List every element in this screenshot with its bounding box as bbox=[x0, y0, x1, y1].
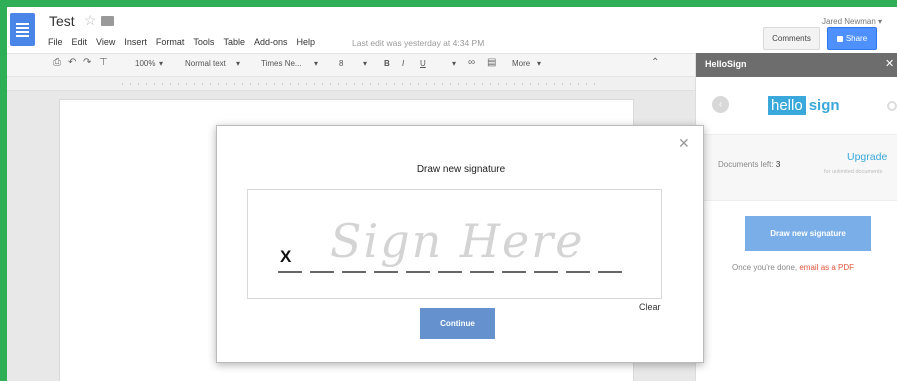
share-button[interactable]: Share bbox=[827, 27, 877, 50]
comment-icon[interactable]: ▤ bbox=[487, 57, 496, 68]
menu-help[interactable]: Help bbox=[296, 37, 315, 51]
signature-placeholder: Sign Here bbox=[330, 214, 585, 268]
signature-mark: X bbox=[280, 247, 292, 266]
draw-signature-dialog: ✕ Draw new signature Sign Here X Clear C… bbox=[216, 125, 704, 363]
docs-header: Test ☆ File Edit View Insert Format Tool… bbox=[7, 7, 897, 53]
chevron-down-icon: ▾ bbox=[159, 59, 164, 68]
clear-button[interactable]: Clear bbox=[639, 302, 661, 312]
logo-sign: sign bbox=[808, 97, 840, 114]
menu-tools[interactable]: Tools bbox=[193, 37, 214, 51]
menu-bar: File Edit View Insert Format Tools Table… bbox=[48, 37, 324, 51]
hint-prefix: Once you're done, bbox=[732, 263, 798, 272]
print-icon[interactable]: ⎙ bbox=[53, 57, 61, 68]
menu-addons[interactable]: Add-ons bbox=[254, 37, 288, 51]
more-button[interactable]: More bbox=[512, 59, 530, 68]
link-icon[interactable]: ∞ bbox=[468, 57, 475, 68]
documents-left: Documents left: 3 bbox=[718, 160, 780, 169]
signature-line bbox=[278, 271, 628, 273]
menu-edit[interactable]: Edit bbox=[72, 37, 88, 51]
logo-hello: hello bbox=[768, 96, 806, 115]
gear-icon[interactable] bbox=[887, 101, 897, 111]
collapse-toolbar-icon[interactable]: ⌃ bbox=[651, 57, 659, 68]
sidebar-hint: Once you're done, email as a PDF bbox=[732, 263, 854, 272]
ruler[interactable] bbox=[7, 77, 695, 91]
app-window: Test ☆ File Edit View Insert Format Tool… bbox=[7, 7, 897, 381]
menu-table[interactable]: Table bbox=[223, 37, 245, 51]
documents-left-value: 3 bbox=[775, 160, 781, 169]
star-icon[interactable]: ☆ bbox=[84, 12, 97, 29]
menu-insert[interactable]: Insert bbox=[124, 37, 147, 51]
user-account[interactable]: Jared Newman ▾ bbox=[822, 17, 882, 26]
chevron-down-icon: ▾ bbox=[878, 17, 883, 26]
bold-button[interactable]: B bbox=[384, 59, 390, 68]
redo-icon[interactable]: ↷ bbox=[83, 57, 91, 68]
document-title[interactable]: Test bbox=[49, 13, 75, 29]
zoom-select[interactable]: 100% bbox=[135, 59, 155, 68]
upgrade-link[interactable]: Upgrade bbox=[847, 151, 887, 163]
chevron-down-icon: ▾ bbox=[236, 59, 241, 68]
underline-button[interactable]: U bbox=[420, 59, 426, 68]
chevron-down-icon: ▾ bbox=[314, 59, 319, 68]
menu-format[interactable]: Format bbox=[156, 37, 185, 51]
upgrade-subtext: for unlimited documents bbox=[824, 169, 883, 175]
chevron-down-icon: ▾ bbox=[363, 59, 368, 68]
menu-file[interactable]: File bbox=[48, 37, 63, 51]
docs-logo-icon[interactable] bbox=[10, 13, 35, 46]
email-pdf-link[interactable]: email as a PDF bbox=[799, 263, 854, 272]
user-name: Jared Newman bbox=[822, 17, 876, 26]
font-size-select[interactable]: 8 bbox=[339, 59, 343, 68]
folder-icon[interactable] bbox=[101, 16, 114, 26]
dialog-title: Draw new signature bbox=[416, 164, 506, 175]
documents-left-label: Documents left: bbox=[718, 160, 774, 169]
formatting-toolbar: ⎙ ↶ ↷ ⊤ 100% ▾ Normal text ▾ Times Ne...… bbox=[7, 53, 695, 77]
share-label: Share bbox=[845, 34, 868, 43]
sidebar-title: HelloSign bbox=[705, 59, 747, 69]
chevron-down-icon: ▾ bbox=[452, 59, 457, 68]
ruler-ticks bbox=[122, 83, 602, 85]
font-select[interactable]: Times Ne... bbox=[261, 59, 302, 68]
menu-view[interactable]: View bbox=[96, 37, 115, 51]
sidebar-header: HelloSign ✕ bbox=[696, 53, 897, 77]
hellosign-logo: hello sign bbox=[768, 96, 840, 115]
style-select[interactable]: Normal text bbox=[185, 59, 226, 68]
close-icon[interactable]: ✕ bbox=[678, 135, 690, 152]
draw-signature-button[interactable]: Draw new signature bbox=[745, 216, 871, 251]
comments-button[interactable]: Comments bbox=[763, 27, 820, 50]
paint-format-icon[interactable]: ⊤ bbox=[99, 57, 108, 68]
back-arrow-icon[interactable]: ‹ bbox=[712, 96, 729, 113]
chevron-down-icon: ▾ bbox=[537, 59, 542, 68]
signature-canvas[interactable]: Sign Here X bbox=[247, 189, 662, 299]
undo-icon[interactable]: ↶ bbox=[68, 57, 76, 68]
last-edit-status[interactable]: Last edit was yesterday at 4:34 PM bbox=[352, 38, 484, 48]
close-icon[interactable]: ✕ bbox=[885, 57, 894, 70]
hellosign-sidebar: HelloSign ✕ ‹ hello sign Documents left:… bbox=[695, 53, 897, 381]
italic-button[interactable]: I bbox=[402, 59, 404, 68]
continue-button[interactable]: Continue bbox=[420, 308, 495, 339]
lock-icon bbox=[836, 36, 843, 42]
